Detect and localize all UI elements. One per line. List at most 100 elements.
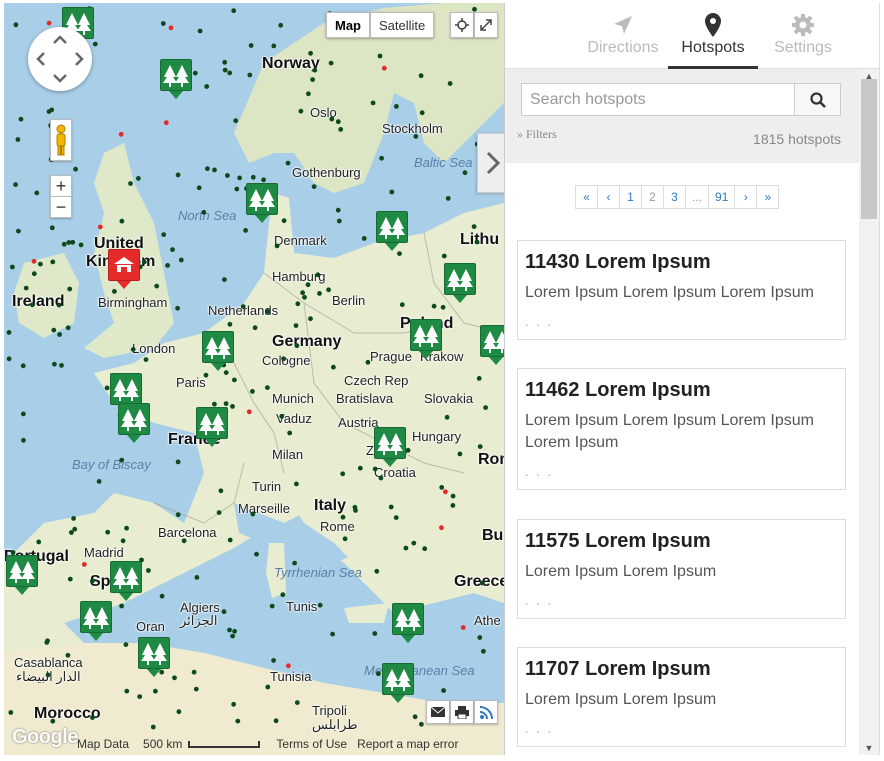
hotspot-dot[interactable] [279,413,285,419]
hotspot-dot[interactable] [44,640,50,645]
hotspot-dot[interactable] [474,239,480,245]
hotspot-card-title[interactable]: 11430 Lorem Ipsum [525,251,838,274]
hotspot-dot[interactable] [225,173,230,178]
hotspot-dot[interactable] [165,263,171,268]
filters-toggle[interactable]: » Filters [517,127,557,142]
hotspot-tree-marker[interactable] [118,403,150,443]
report-error-link[interactable]: Report a map error [357,737,458,751]
hotspot-dot[interactable] [231,701,237,707]
hotspot-dot[interactable] [161,232,167,238]
hotspot-dot[interactable] [374,568,380,574]
hotspot-tree-marker[interactable] [138,637,170,677]
hotspot-dot[interactable] [331,364,336,370]
hotspot-dot[interactable] [46,20,52,26]
hotspot-dot[interactable] [212,167,217,173]
hotspot-dot[interactable] [218,488,224,494]
hotspot-dot[interactable] [281,218,287,224]
hotspot-dot[interactable] [51,327,57,333]
selected-hotspot-marker[interactable] [108,249,140,289]
hotspot-dot[interactable] [6,330,12,335]
rss-button[interactable] [474,700,498,724]
hotspot-dot[interactable] [232,628,238,634]
tab-settings[interactable]: Settings [758,3,848,69]
hotspot-dot[interactable] [295,301,301,307]
hotspot-dot[interactable] [212,401,217,407]
hotspot-dot[interactable] [269,603,275,609]
hotspot-tree-marker[interactable] [444,263,476,303]
hotspot-tree-marker[interactable] [6,555,38,595]
hotspot-dot[interactable] [271,43,277,49]
hotspot-dot[interactable] [205,166,210,172]
locate-button[interactable] [450,12,474,38]
search-button[interactable] [794,83,841,116]
hotspot-dot[interactable] [168,25,174,31]
hotspot-dot[interactable] [227,627,232,633]
hotspot-dot[interactable] [479,580,485,586]
hotspot-dot[interactable] [56,302,62,308]
hotspot-dot[interactable] [150,724,156,730]
hotspot-dot[interactable] [90,715,95,720]
pagination-button[interactable]: 1 [619,185,642,209]
hotspot-dot[interactable] [13,182,18,188]
hotspot-dot[interactable] [81,562,87,567]
search-input[interactable]: Search hotspots [521,83,795,116]
tab-directions[interactable]: Directions [578,3,668,69]
hotspot-dot[interactable] [265,684,271,690]
hotspot-card-title[interactable]: 11462 Lorem Ipsum [525,379,838,402]
zoom-out-button[interactable]: − [50,196,72,218]
hotspot-dot[interactable] [146,568,151,573]
hotspot-dot[interactable] [234,186,240,192]
hotspot-dot[interactable] [160,21,166,26]
hotspot-dot[interactable] [216,510,222,515]
hotspot-dot[interactable] [250,511,256,517]
hotspot-dot[interactable] [445,196,451,201]
hotspot-dot[interactable] [252,325,258,331]
hotspot-dot[interactable] [376,671,381,677]
hotspot-dot[interactable] [443,489,448,495]
hotspot-dot[interactable] [61,241,67,247]
hotspot-card-title[interactable]: 11707 Lorem Ipsum [525,658,838,681]
hotspot-dot[interactable] [422,546,428,552]
hotspot-dot[interactable] [246,409,252,415]
hotspot-dot[interactable] [431,303,437,309]
hotspot-dot[interactable] [52,361,57,367]
hotspot-dot[interactable] [372,631,378,636]
hotspot-tree-marker[interactable] [160,59,192,99]
hotspot-dot[interactable] [20,363,26,369]
print-button[interactable] [450,700,474,724]
hotspot-tree-marker[interactable] [410,319,442,359]
hotspot-dot[interactable] [10,264,15,270]
pagination-button[interactable]: » [756,185,780,209]
hotspot-dot[interactable] [450,493,456,499]
hotspot-dot[interactable] [222,67,228,73]
hotspot-tree-marker[interactable] [480,325,504,365]
hotspot-dot[interactable] [361,236,367,241]
pagination-button[interactable]: 2 [641,185,664,209]
hotspot-dot[interactable] [285,160,291,166]
hotspot-dot[interactable] [124,525,129,531]
hotspot-dot[interactable] [483,405,488,410]
hotspot-dot[interactable] [176,709,182,715]
hotspot-dot[interactable] [72,526,78,532]
hotspot-tree-marker[interactable] [382,663,414,703]
hotspot-dot[interactable] [120,538,126,544]
hotspot-dot[interactable] [294,481,299,487]
hotspot-dot[interactable] [336,218,342,224]
hotspot-dot[interactable] [265,385,270,390]
hotspot-dot[interactable] [23,285,29,291]
hotspot-tree-marker[interactable] [392,603,424,643]
hotspot-dot[interactable] [328,60,334,66]
hotspot-dot[interactable] [250,174,256,180]
hotspot-dot[interactable] [248,43,254,48]
hotspot-dot[interactable] [462,170,468,176]
hotspot-dot[interactable] [441,253,447,259]
hotspot-dot[interactable] [444,414,450,420]
hotspot-dot[interactable] [240,304,246,309]
hotspot-dot[interactable] [471,224,477,230]
hotspot-dot[interactable] [310,77,315,82]
hotspot-dot[interactable] [481,648,486,654]
hotspot-dot[interactable] [231,8,237,14]
hotspot-dot[interactable] [178,257,184,263]
zoom-in-button[interactable]: + [50,175,72,197]
hotspot-dot[interactable] [397,251,402,256]
